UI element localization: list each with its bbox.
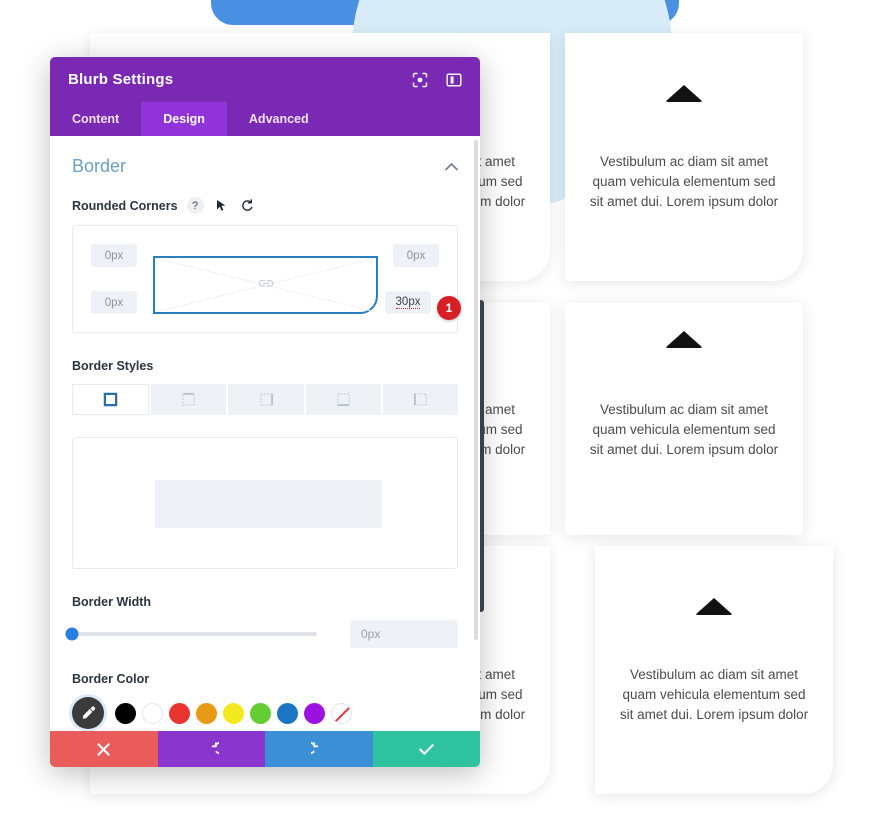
swatch-blue[interactable] bbox=[277, 702, 298, 724]
border-section-header[interactable]: Border bbox=[72, 156, 458, 177]
swatch-green[interactable] bbox=[250, 702, 271, 724]
modal-body: Border Rounded Corners ? 0px 0px 0px 30p… bbox=[50, 136, 480, 731]
corner-bottom-left-input[interactable]: 0px bbox=[91, 291, 137, 314]
modal-header-actions bbox=[412, 72, 462, 88]
corner-bottom-right-input[interactable]: 30px bbox=[385, 291, 431, 314]
blurb-card-text: Vestibulum ac diam sit amet quam vehicul… bbox=[589, 402, 779, 457]
border-width-slider-knob[interactable] bbox=[65, 627, 79, 641]
eyedropper-icon[interactable] bbox=[72, 697, 104, 729]
split-layout-icon[interactable] bbox=[446, 72, 462, 88]
border-color-swatches bbox=[72, 697, 458, 729]
corner-top-right-value: 0px bbox=[406, 249, 426, 262]
link-chain-icon[interactable] bbox=[257, 277, 274, 293]
swatch-white[interactable] bbox=[142, 702, 163, 724]
border-styles-label: Border Styles bbox=[72, 359, 154, 373]
blurb-card-right-2[interactable]: Vestibulum ac diam sit amet quam vehicul… bbox=[565, 303, 803, 535]
rounded-corners-control: 0px 0px 0px 30px 1 bbox=[72, 225, 461, 333]
redo-button[interactable] bbox=[265, 731, 373, 767]
corner-top-left-value: 0px bbox=[104, 249, 124, 262]
corner-bottom-right-value: 30px bbox=[395, 296, 421, 309]
blurb-card-right-1[interactable]: Vestibulum ac diam sit amet quam vehicul… bbox=[565, 33, 803, 281]
border-style-bottom-button[interactable] bbox=[305, 384, 381, 415]
cursor-pointer-icon[interactable] bbox=[213, 197, 230, 214]
blurb-card-right-3[interactable]: Vestibulum ac diam sit amet quam vehicul… bbox=[595, 546, 833, 794]
reset-icon[interactable] bbox=[239, 197, 256, 214]
border-width-label-row: Border Width bbox=[72, 595, 458, 609]
border-style-right-button[interactable] bbox=[228, 384, 304, 415]
page-canvas: Vestibulum ac diam sit amet quam vehicul… bbox=[0, 0, 880, 832]
modal-header: Blurb Settings bbox=[50, 57, 480, 102]
triangle-up-icon bbox=[665, 85, 703, 102]
tab-content[interactable]: Content bbox=[50, 102, 141, 136]
step-badge: 1 bbox=[437, 296, 461, 320]
border-width-value: 0px bbox=[361, 627, 381, 641]
border-color-label: Border Color bbox=[72, 672, 150, 686]
swatch-yellow[interactable] bbox=[223, 702, 244, 724]
modal-title: Blurb Settings bbox=[68, 71, 174, 88]
rounded-corners-label: Rounded Corners bbox=[72, 198, 178, 213]
border-styles-label-row: Border Styles bbox=[72, 359, 458, 373]
tab-advanced[interactable]: Advanced bbox=[227, 102, 331, 136]
save-button[interactable] bbox=[372, 731, 480, 767]
modal-scrollbar[interactable] bbox=[474, 140, 478, 640]
border-style-left-button[interactable] bbox=[382, 384, 459, 415]
border-width-input[interactable]: 0px bbox=[350, 620, 458, 648]
border-color-label-row: Border Color bbox=[72, 672, 458, 686]
blurb-settings-modal: Blurb Settings Content Design Advanced B… bbox=[50, 57, 480, 767]
border-style-preview-shape bbox=[155, 480, 382, 528]
modal-footer-actions bbox=[50, 731, 480, 767]
tab-design[interactable]: Design bbox=[141, 102, 227, 136]
triangle-up-icon bbox=[695, 598, 733, 615]
swatch-black[interactable] bbox=[115, 702, 136, 724]
border-width-control: 0px bbox=[65, 620, 458, 648]
rounded-corners-label-row: Rounded Corners ? bbox=[72, 197, 458, 214]
border-style-all-button[interactable] bbox=[72, 384, 150, 415]
help-icon[interactable]: ? bbox=[186, 197, 204, 214]
border-style-preview bbox=[72, 437, 458, 569]
modal-tabs: Content Design Advanced bbox=[50, 102, 480, 136]
triangle-up-icon bbox=[665, 331, 703, 348]
cancel-button[interactable] bbox=[50, 731, 158, 767]
border-width-label: Border Width bbox=[72, 595, 152, 609]
swatch-purple[interactable] bbox=[304, 702, 325, 724]
swatch-none[interactable] bbox=[331, 702, 352, 724]
border-style-top-button[interactable] bbox=[151, 384, 227, 415]
swatch-red[interactable] bbox=[169, 702, 190, 724]
swatch-orange[interactable] bbox=[196, 702, 217, 724]
section-title-border: Border bbox=[72, 156, 127, 176]
corner-bottom-left-value: 0px bbox=[104, 296, 124, 309]
undo-button[interactable] bbox=[157, 731, 265, 767]
chevron-up-icon[interactable] bbox=[445, 162, 458, 171]
blurb-card-text: Vestibulum ac diam sit amet quam vehicul… bbox=[589, 154, 779, 209]
corner-top-left-input[interactable]: 0px bbox=[91, 244, 137, 267]
border-styles-options bbox=[72, 384, 459, 415]
border-width-slider[interactable] bbox=[65, 627, 317, 641]
blurb-card-text: Vestibulum ac diam sit amet quam vehicul… bbox=[619, 667, 809, 722]
corner-top-right-input[interactable]: 0px bbox=[393, 244, 439, 267]
rounded-corners-preview[interactable] bbox=[153, 256, 378, 314]
focus-target-icon[interactable] bbox=[412, 72, 428, 88]
